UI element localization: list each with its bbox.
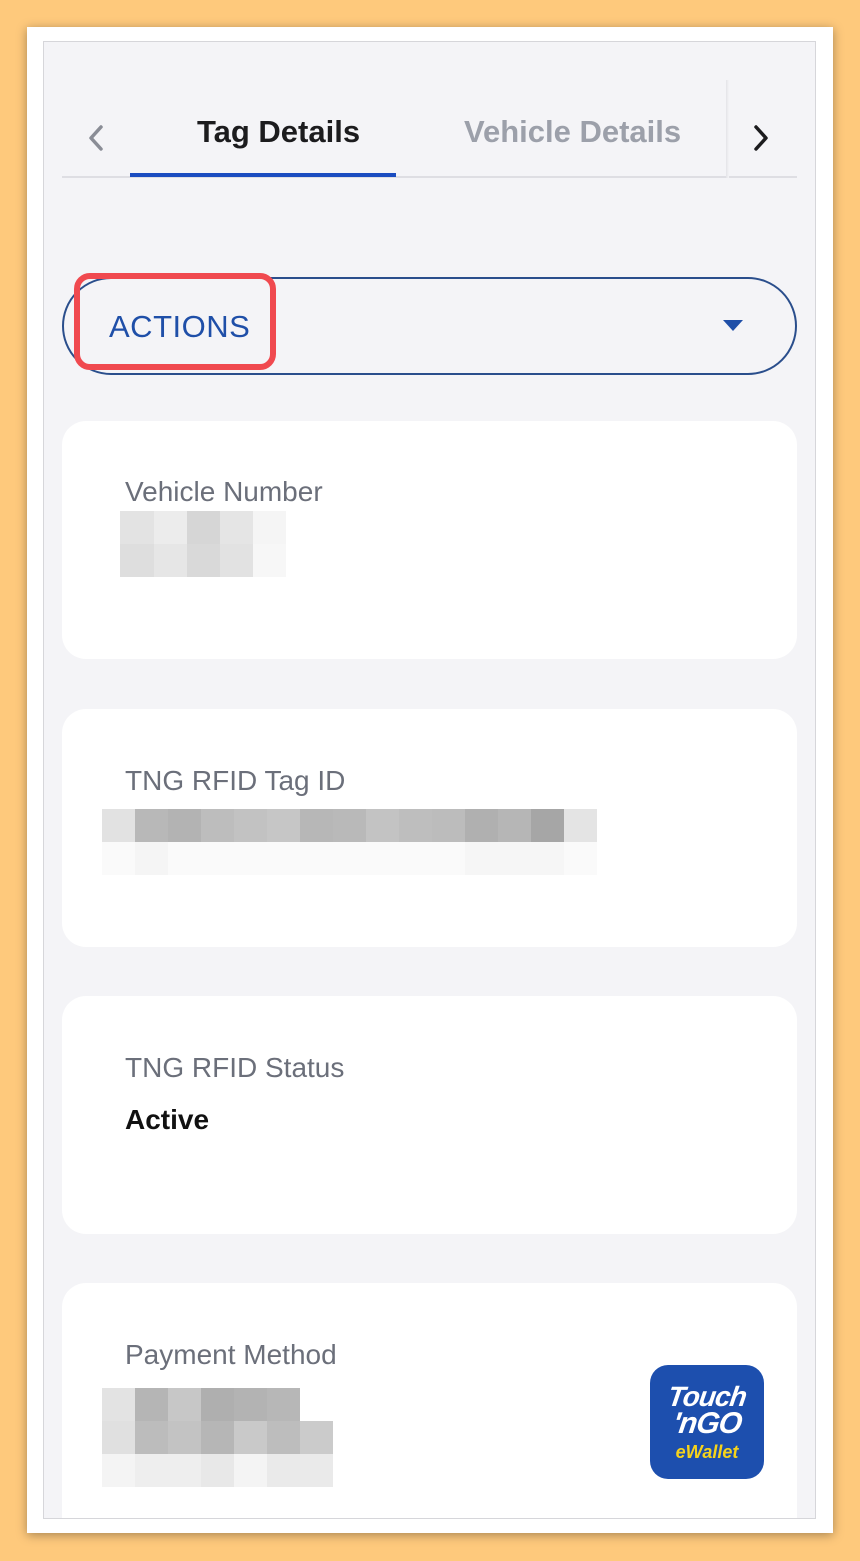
chevron-right-icon bbox=[754, 125, 768, 151]
chevron-left-icon bbox=[89, 125, 103, 151]
caret-down-icon bbox=[723, 320, 743, 331]
tag-id-label: TNG RFID Tag ID bbox=[125, 765, 346, 796]
tag-id-card: TNG RFID Tag ID bbox=[62, 709, 797, 947]
tab-tag-details[interactable]: Tag Details bbox=[197, 112, 360, 166]
actions-dropdown-label: ACTIONS bbox=[109, 309, 251, 344]
payment-method-label: Payment Method bbox=[125, 1339, 337, 1370]
tab-scroll-divider bbox=[726, 80, 729, 178]
status-label: TNG RFID Status bbox=[125, 1052, 345, 1083]
vehicle-number-label: Vehicle Number bbox=[125, 476, 323, 507]
actions-dropdown[interactable]: ACTIONS bbox=[62, 277, 797, 375]
status-value: Active bbox=[125, 1104, 210, 1135]
tab-scroll-left-button[interactable] bbox=[76, 118, 116, 158]
tab-bar: Tag Details Vehicle Details bbox=[62, 66, 797, 178]
app-screen: Tag Details Vehicle Details ACTIONS Vehi… bbox=[43, 41, 816, 1519]
screenshot-frame: Tag Details Vehicle Details ACTIONS Vehi… bbox=[27, 27, 833, 1533]
tab-vehicle-details[interactable]: Vehicle Details bbox=[464, 112, 681, 166]
active-tab-indicator bbox=[130, 173, 396, 177]
payment-method-card[interactable]: Payment Method Touch 'nGO eWallet bbox=[62, 1283, 797, 1518]
tab-scroll-right-button[interactable] bbox=[741, 118, 781, 158]
touch-n-go-ewallet-logo: Touch 'nGO eWallet bbox=[650, 1365, 764, 1479]
vehicle-number-card: Vehicle Number bbox=[62, 421, 797, 659]
status-card: TNG RFID Status Active bbox=[62, 996, 797, 1234]
